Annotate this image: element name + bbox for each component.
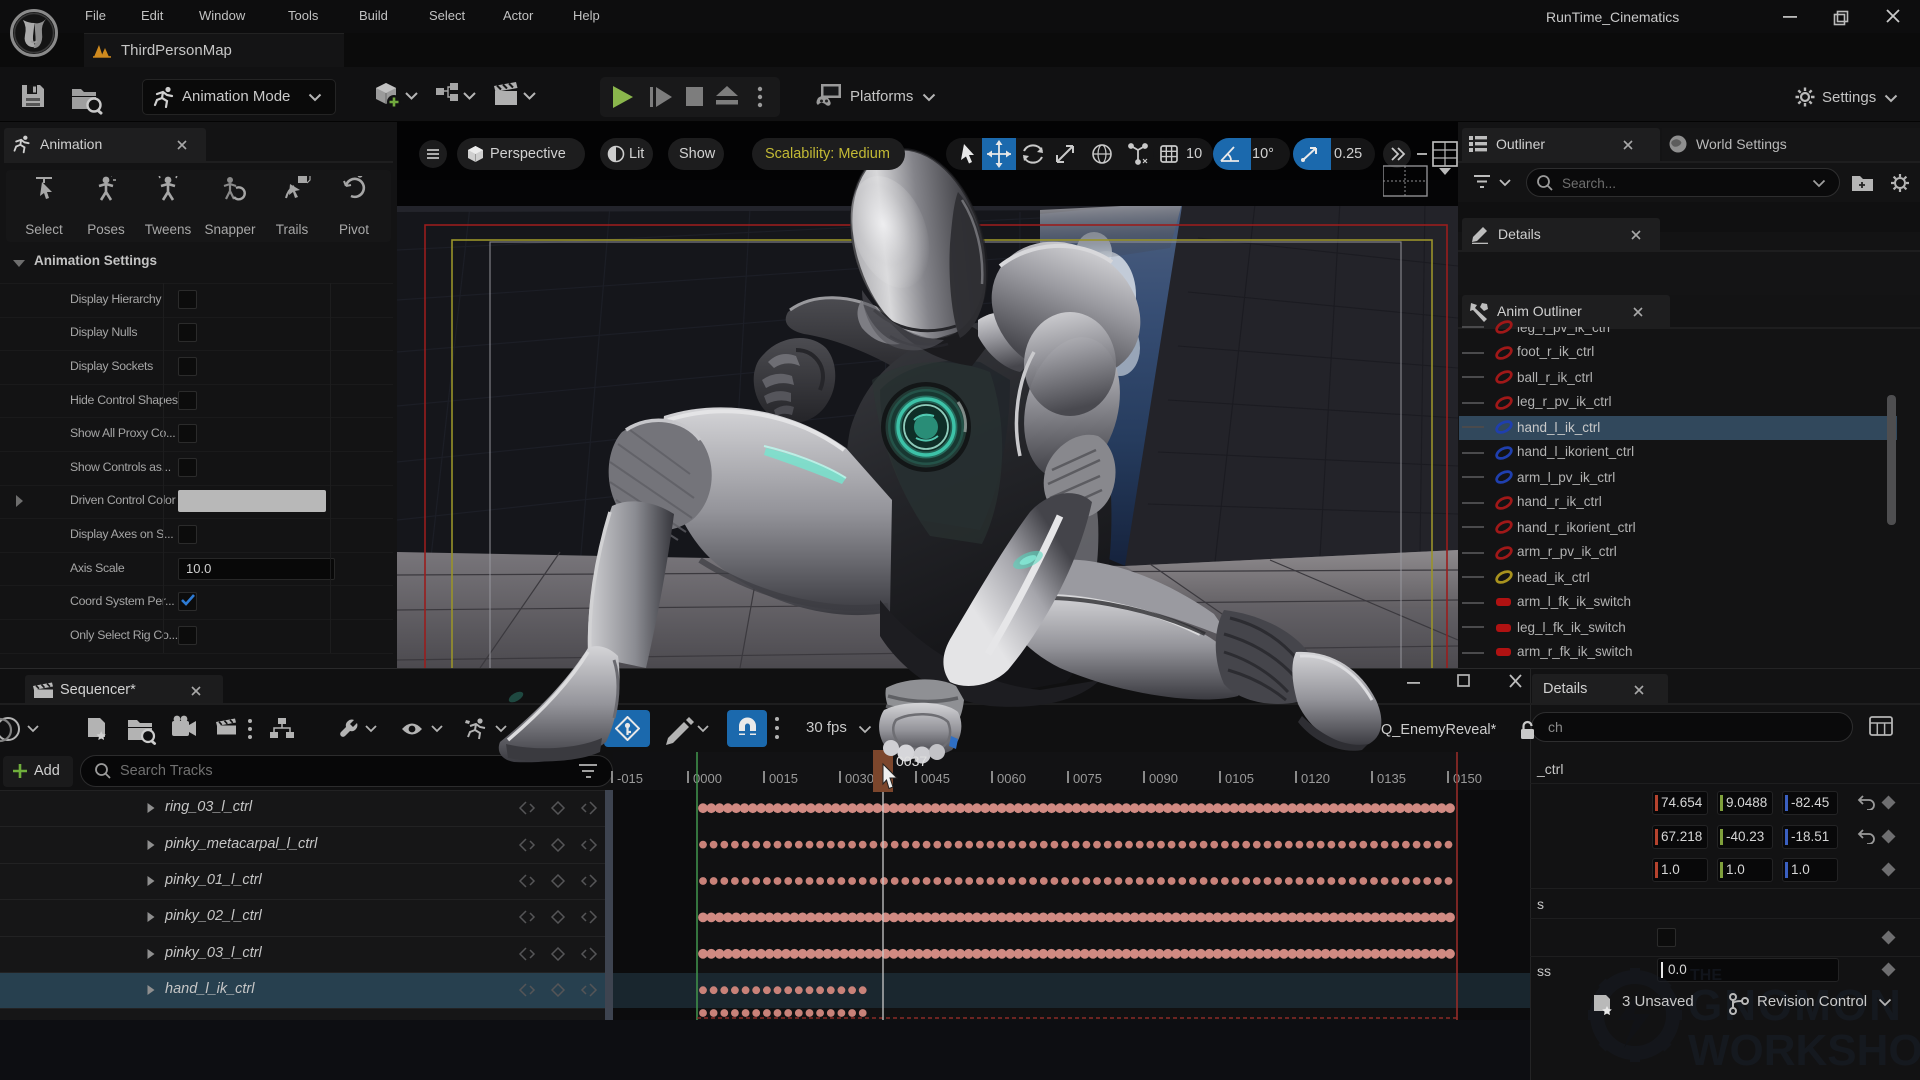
svg-text:Snapper: Snapper [204, 222, 256, 237]
svg-text:Tweens: Tweens [145, 222, 192, 237]
svg-text:WORKSHOP: WORKSHOP [1688, 1026, 1920, 1075]
svg-text:Select: Select [25, 222, 63, 237]
svg-text:Poses: Poses [87, 222, 125, 237]
svg-text:Pivot: Pivot [339, 222, 369, 237]
svg-text:Trails: Trails [276, 222, 309, 237]
